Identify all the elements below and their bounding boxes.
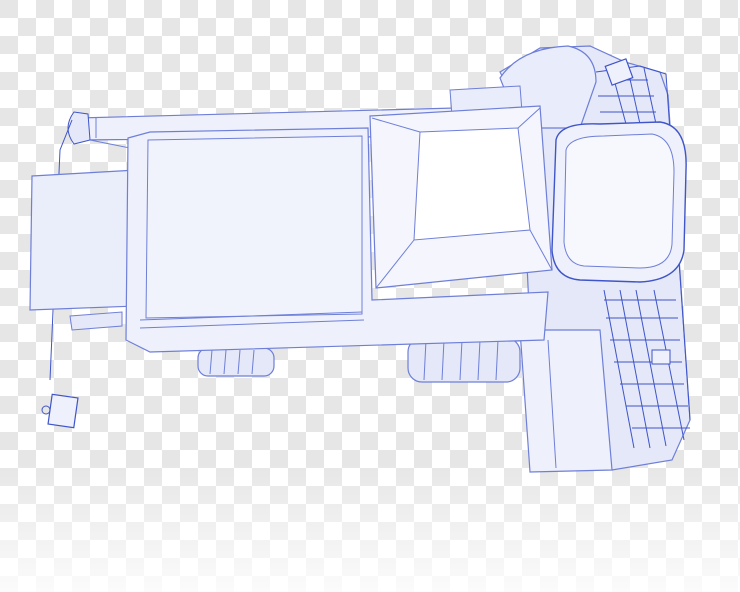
image-canvas (0, 0, 740, 592)
lower-body-block (519, 329, 613, 473)
front-wheel (407, 337, 521, 383)
cab-roof (551, 121, 687, 283)
rear-wheel (197, 347, 275, 377)
hanging-tag (41, 393, 79, 429)
grain-tank-cover (369, 105, 553, 289)
harvester-model (29, 45, 691, 473)
rear-block (29, 169, 137, 331)
